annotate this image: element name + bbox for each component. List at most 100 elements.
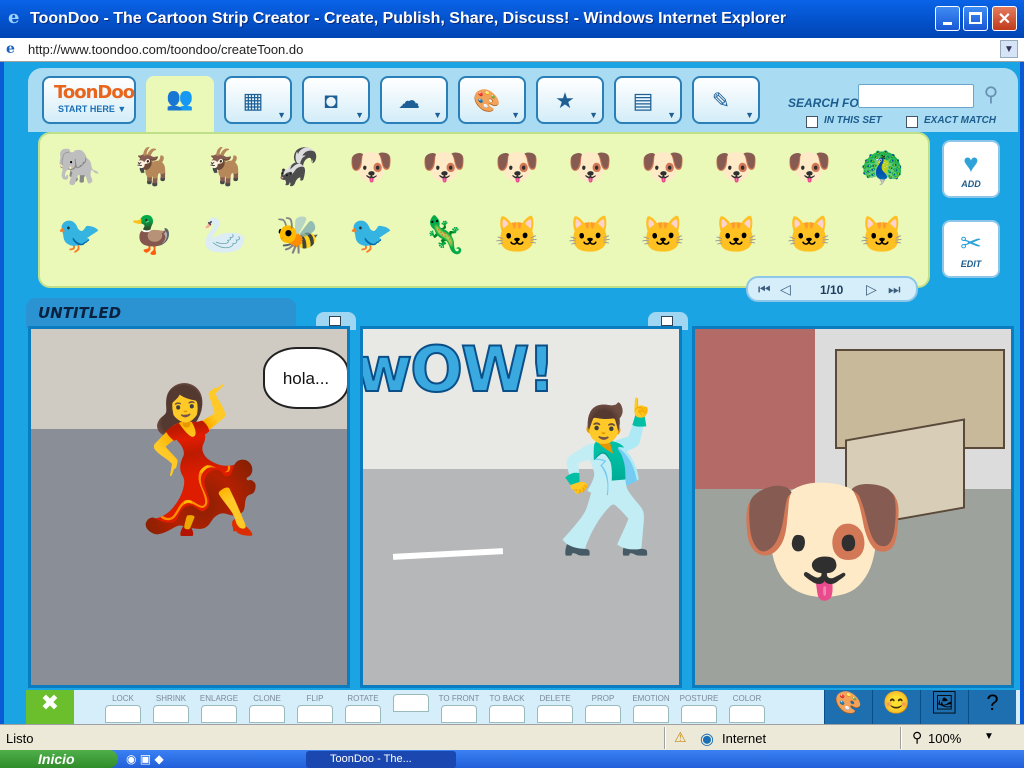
tool-enlarge[interactable]: ENLARGE — [194, 690, 244, 724]
status-separator — [664, 727, 666, 749]
character-thumbnail: 🐱 — [859, 214, 905, 255]
tool-rotate-2[interactable] — [386, 690, 436, 724]
tool-to-front[interactable]: TO FRONT — [434, 690, 484, 724]
tool-lock[interactable]: LOCK — [98, 690, 148, 724]
tab-props[interactable]: ◘ ▼ — [302, 76, 370, 124]
tab-speech-bubbles[interactable]: ☁ ▼ — [380, 76, 448, 124]
palette-character-r1-7[interactable]: 🐶 — [561, 138, 619, 200]
tool-delete[interactable]: DELETE — [530, 690, 580, 724]
last-page-icon[interactable]: ⏭ — [888, 281, 901, 298]
toolbar-tabs: ToonDoo START HERE ▼ 👥 ▦ ▼ ◘ ▼ ☁ ▼ 🎨 ▼ ★ ▼ ▤ ▼… — [28, 68, 1018, 134]
character-thumbnail: 🐶 — [786, 146, 832, 187]
tab-scenes[interactable]: ▤ ▼ — [614, 76, 682, 124]
first-page-icon[interactable]: ⏮ — [758, 281, 771, 298]
address-bar[interactable]: e http://www.toondoo.com/toondoo/createT… — [0, 38, 1024, 62]
comic-panel-3[interactable]: 🐶 — [692, 326, 1014, 688]
palette-character-r1-6[interactable]: 🐶 — [488, 138, 546, 200]
taskbar-item-toondoo[interactable]: ToonDoo - The... — [306, 751, 456, 768]
palette-character-r2-3[interactable]: 🐝 — [269, 206, 327, 268]
search-input[interactable] — [858, 84, 974, 108]
tool-label: ROTATE — [347, 694, 379, 703]
comic-panel-2[interactable]: wOW! 🕺 — [360, 326, 682, 688]
palette-character-r1-11[interactable]: 🦚 — [853, 138, 911, 200]
palette-character-r2-9[interactable]: 🐱 — [707, 206, 765, 268]
palette-character-r1-10[interactable]: 🐶 — [780, 138, 838, 200]
palette-character-r2-4[interactable]: 🐦 — [342, 206, 400, 268]
palette-character-r1-2[interactable]: 🐐 — [196, 138, 254, 200]
palette-character-r2-7[interactable]: 🐱 — [561, 206, 619, 268]
wrench-icon[interactable]: ✖ — [26, 690, 74, 724]
tool-prop[interactable]: PROP — [578, 690, 628, 724]
image-tool-icon[interactable]: 🖼 — [920, 690, 968, 724]
tab-doodle[interactable]: ✎ ▼ — [692, 76, 760, 124]
address-url[interactable]: http://www.toondoo.com/toondoo/createToo… — [28, 42, 303, 57]
tab-characters[interactable]: 👥 — [146, 76, 214, 134]
palette-character-r2-8[interactable]: 🐱 — [634, 206, 692, 268]
dog-character[interactable]: 🐶 — [735, 469, 909, 609]
character-thumbnail: 🐱 — [786, 214, 832, 255]
tool-posture[interactable]: POSTURE — [674, 690, 724, 724]
palette-character-r2-6[interactable]: 🐱 — [488, 206, 546, 268]
next-page-icon[interactable]: ▷ — [866, 281, 877, 298]
palette-character-r2-10[interactable]: 🐱 — [780, 206, 838, 268]
add-button[interactable]: ♥ ADD — [942, 140, 1000, 198]
speech-bubble[interactable]: hola... — [263, 347, 347, 409]
help-icon[interactable]: ? — [968, 690, 1016, 724]
in-this-set-checkbox[interactable] — [806, 116, 818, 128]
palette-character-r1-8[interactable]: 🐶 — [634, 138, 692, 200]
search-icon[interactable]: ⚲ — [978, 82, 1004, 110]
palette-tool-icon[interactable]: 🎨 — [824, 690, 872, 724]
prev-page-icon[interactable]: ◁ — [780, 281, 791, 298]
tool-color[interactable]: COLOR — [722, 690, 772, 724]
tab-favorites[interactable]: ★ ▼ — [536, 76, 604, 124]
palette-character-r2-0[interactable]: 🐦 — [50, 206, 108, 268]
comic-panel-1[interactable]: 💃 hola... — [28, 326, 350, 688]
strip-title[interactable]: UNTITLED — [38, 304, 121, 322]
tab-special-effects[interactable]: 🎨 ▼ — [458, 76, 526, 124]
palette-character-r2-1[interactable]: 🦆 — [123, 206, 181, 268]
doodle-icon: ✎ — [711, 88, 731, 113]
palette-character-r1-4[interactable]: 🐶 — [342, 138, 400, 200]
tool-clone[interactable]: CLONE — [242, 690, 292, 724]
tab-backgrounds[interactable]: ▦ ▼ — [224, 76, 292, 124]
tool-emotion[interactable]: EMOTION — [626, 690, 676, 724]
tool-to-back[interactable]: TO BACK — [482, 690, 532, 724]
palette-character-r1-9[interactable]: 🐶 — [707, 138, 765, 200]
palette-character-r1-5[interactable]: 🐶 — [415, 138, 473, 200]
start-button[interactable]: Inicio — [0, 750, 118, 768]
palette-character-r1-0[interactable]: 🐘 — [50, 138, 108, 200]
zoom-dropdown-icon[interactable]: ▼ — [984, 731, 994, 742]
character-thumbnail: 🐶 — [421, 146, 467, 187]
palette-character-r2-11[interactable]: 🐱 — [853, 206, 911, 268]
zoom-level[interactable]: 100% — [928, 731, 961, 746]
edit-button[interactable]: ✂ EDIT — [942, 220, 1000, 278]
girl-character[interactable]: 💃 — [111, 389, 285, 529]
character-thumbnail: 🐶 — [640, 146, 686, 187]
maximize-button[interactable] — [963, 6, 988, 31]
tool-button-icon — [249, 705, 285, 723]
address-dropdown-icon[interactable]: ▼ — [1000, 40, 1018, 58]
panel-select-icon — [329, 316, 341, 326]
close-button[interactable]: ✕ — [992, 6, 1017, 31]
tool-rotate[interactable]: ROTATE — [338, 690, 388, 724]
tool-label: TO FRONT — [438, 694, 480, 703]
tool-flip[interactable]: FLIP — [290, 690, 340, 724]
zoom-icon[interactable]: ⚲ — [912, 729, 922, 746]
man-character[interactable]: 🕺 — [523, 409, 679, 549]
character-thumbnail: 🐱 — [713, 214, 759, 255]
quick-launch-icons[interactable]: ◉ ▣ ◆ — [126, 752, 164, 766]
status-text: Listo — [6, 731, 34, 746]
character-thumbnail: 🦚 — [859, 146, 905, 187]
palette-character-r2-5[interactable]: 🦎 — [415, 206, 473, 268]
palette-character-r1-1[interactable]: 🐐 — [123, 138, 181, 200]
character-tool-icon[interactable]: 😊 — [872, 690, 920, 724]
palette-character-r2-2[interactable]: 🦢 — [196, 206, 254, 268]
exact-match-checkbox[interactable] — [906, 116, 918, 128]
palette-character-r1-3[interactable]: 🦨 — [269, 138, 327, 200]
start-here-button[interactable]: ToonDoo START HERE ▼ — [42, 76, 136, 124]
tool-shrink[interactable]: SHRINK — [146, 690, 196, 724]
add-label: ADD — [961, 179, 981, 189]
tool-label: EMOTION — [632, 694, 670, 703]
minimize-button[interactable] — [935, 6, 960, 31]
wow-text-effect[interactable]: wOW! — [363, 332, 557, 407]
